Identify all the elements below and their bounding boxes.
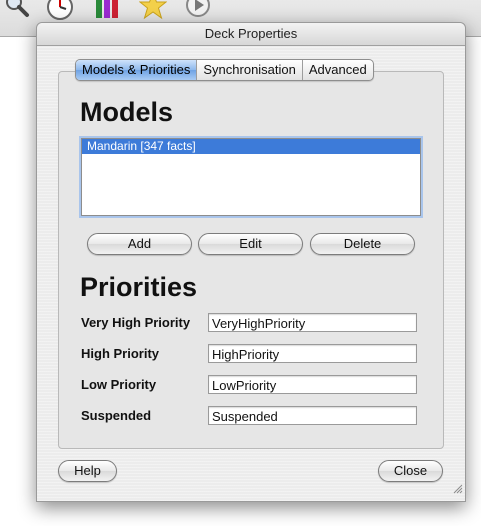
models-heading: Models bbox=[80, 97, 174, 127]
close-button[interactable]: Close bbox=[378, 460, 443, 482]
search-icon[interactable] bbox=[4, 0, 30, 23]
tab-models-priorities[interactable]: Models & Priorities bbox=[76, 60, 198, 80]
models-list[interactable]: Mandarin [347 facts] bbox=[81, 138, 421, 216]
high-priority-label: High Priority bbox=[81, 346, 160, 361]
low-priority-label: Low Priority bbox=[81, 377, 157, 392]
chart-icon[interactable] bbox=[94, 0, 122, 23]
delete-button[interactable]: Delete bbox=[310, 233, 415, 255]
list-item[interactable]: Mandarin [347 facts] bbox=[82, 139, 420, 154]
tab-bar: Models & Priorities Synchronisation Adva… bbox=[75, 59, 374, 81]
priorities-heading: Priorities bbox=[80, 272, 198, 302]
help-button[interactable]: Help bbox=[58, 460, 117, 482]
very-high-priority-label: Very High Priority bbox=[81, 315, 191, 330]
tab-advanced[interactable]: Advanced bbox=[303, 60, 373, 80]
suspended-field[interactable]: Suspended bbox=[208, 406, 417, 425]
tab-synchronisation[interactable]: Synchronisation bbox=[197, 60, 303, 80]
play-icon[interactable] bbox=[185, 0, 211, 23]
edit-button[interactable]: Edit bbox=[198, 233, 303, 255]
resize-grip-icon[interactable] bbox=[451, 481, 463, 499]
suspended-label: Suspended bbox=[81, 408, 152, 423]
deck-properties-dialog: Deck Properties Models & Priorities Sync… bbox=[36, 22, 466, 502]
high-priority-field[interactable]: HighPriority bbox=[208, 344, 417, 363]
add-button[interactable]: Add bbox=[87, 233, 192, 255]
very-high-priority-field[interactable]: VeryHighPriority bbox=[208, 313, 417, 332]
dialog-title: Deck Properties bbox=[37, 23, 465, 46]
low-priority-field[interactable]: LowPriority bbox=[208, 375, 417, 394]
